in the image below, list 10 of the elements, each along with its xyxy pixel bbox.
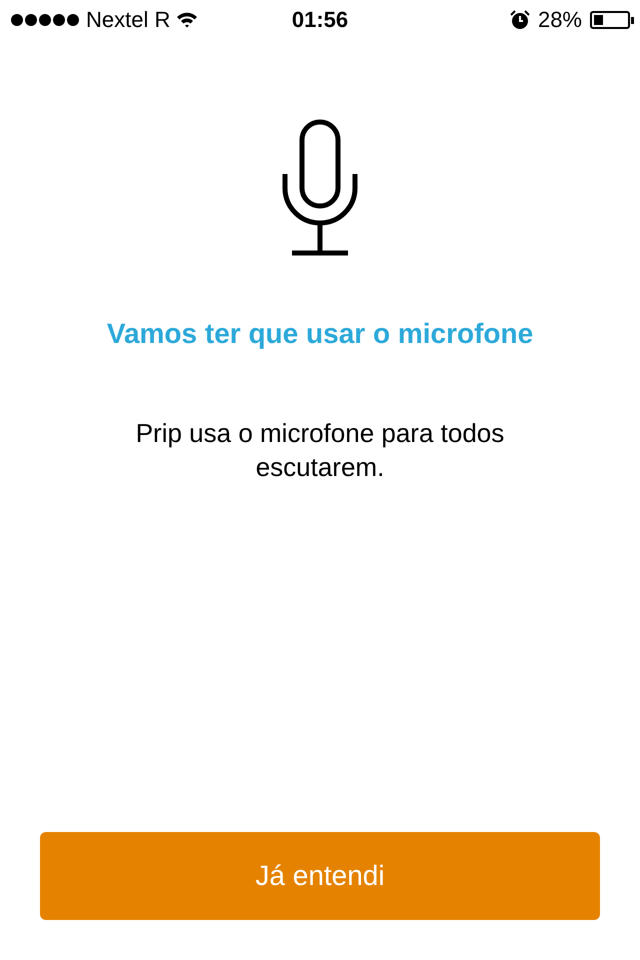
permission-message: Prip usa o microfone para todos escutarem. bbox=[134, 417, 506, 484]
carrier-name: Nextel R bbox=[86, 7, 170, 33]
signal-icon bbox=[10, 13, 80, 27]
permission-title: Vamos ter que usar o microfone bbox=[106, 318, 534, 350]
microphone-icon bbox=[280, 118, 360, 258]
battery-percentage: 28% bbox=[538, 7, 582, 33]
clock-time: 01:56 bbox=[292, 7, 348, 33]
alarm-icon bbox=[510, 10, 530, 30]
understood-button[interactable]: Já entendi bbox=[40, 832, 600, 920]
wifi-icon bbox=[176, 12, 198, 28]
